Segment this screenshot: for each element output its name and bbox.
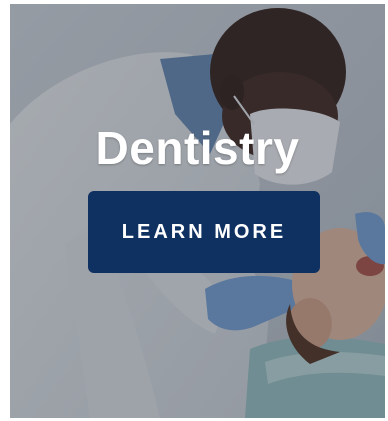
service-card[interactable]: Dentistry LEARN MORE [10, 4, 385, 418]
learn-more-button[interactable]: LEARN MORE [88, 191, 320, 273]
card-title: Dentistry [95, 122, 300, 174]
learn-more-label: LEARN MORE [121, 220, 287, 243]
